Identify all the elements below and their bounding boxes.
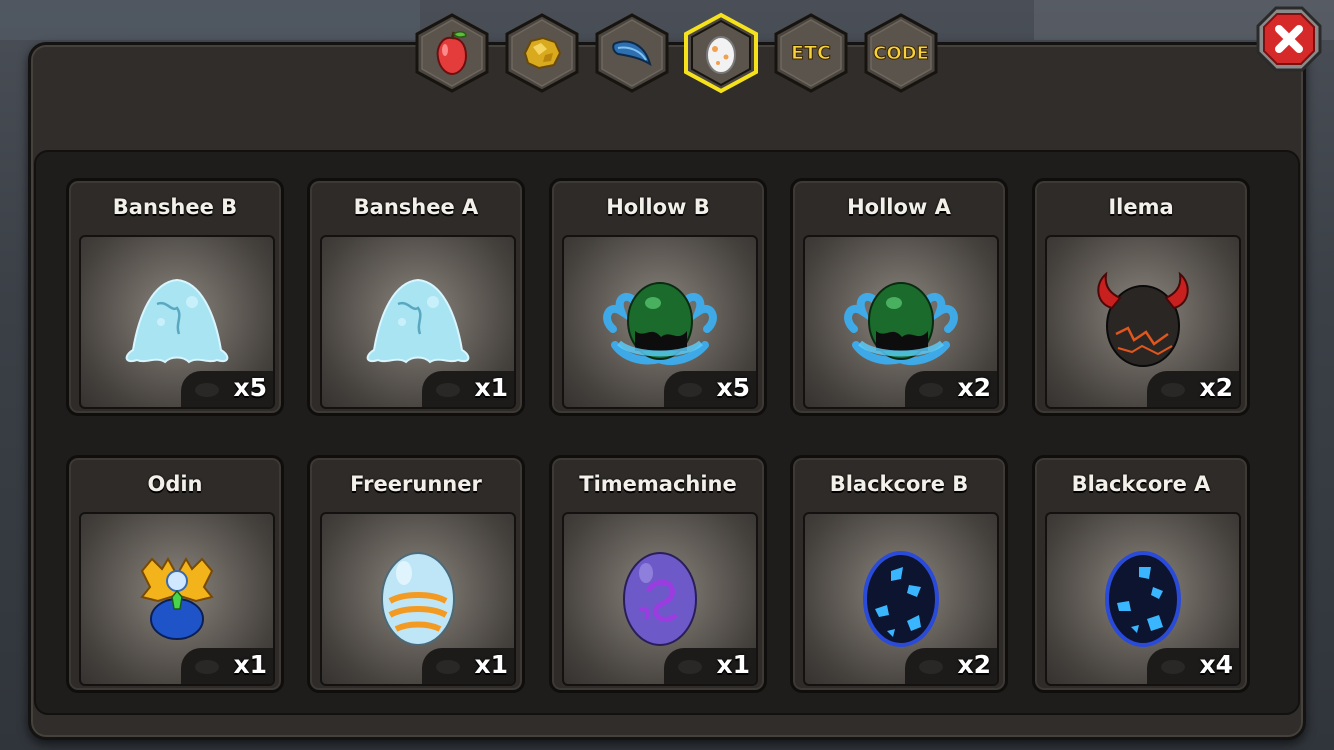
item-card[interactable]: Odin x1 (66, 455, 284, 693)
tab-code[interactable]: CODE (862, 12, 940, 94)
tab-code-label: CODE (873, 42, 930, 64)
hollow-egg-icon (844, 281, 958, 365)
tab-etc-label: ETC (791, 42, 832, 65)
tab-feather[interactable] (593, 12, 671, 94)
item-count: x1 (474, 650, 508, 679)
item-card[interactable]: Timemachine x1 (549, 455, 767, 693)
close-x-icon (1256, 6, 1322, 72)
red-fruit-icon (432, 30, 472, 76)
item-count: x2 (957, 650, 991, 679)
tab-ore[interactable] (503, 12, 581, 94)
item-image: x5 (562, 235, 758, 409)
item-name: Hollow A (847, 195, 951, 219)
item-count: x2 (1199, 373, 1233, 402)
item-count: x2 (957, 373, 991, 402)
item-card[interactable]: Hollow B x5 (549, 178, 767, 416)
background-decoration (0, 0, 420, 40)
item-image: x1 (320, 235, 516, 409)
close-button[interactable] (1256, 6, 1322, 72)
blue-feather-icon (610, 34, 654, 72)
banshee-egg-icon (366, 278, 470, 363)
blackcore-egg-icon (863, 550, 939, 647)
item-count: x5 (233, 373, 267, 402)
item-image: x2 (803, 512, 999, 686)
item-card[interactable]: Hollow A x2 (790, 178, 1008, 416)
tab-egg[interactable] (682, 12, 760, 94)
banshee-egg-icon (125, 278, 229, 363)
item-card[interactable]: Blackcore B x2 (790, 455, 1008, 693)
odin-egg-icon (140, 556, 214, 640)
item-name: Banshee B (112, 195, 238, 219)
timemachine-egg-icon (623, 551, 697, 646)
egg-icon (704, 31, 738, 75)
item-name: Blackcore B (829, 472, 969, 496)
item-image: x2 (1045, 235, 1241, 409)
item-count: x1 (233, 650, 267, 679)
item-name: Hollow B (606, 195, 710, 219)
ilema-egg-icon (1097, 271, 1189, 367)
item-card[interactable]: Banshee B x5 (66, 178, 284, 416)
item-name: Odin (147, 472, 203, 496)
item-card[interactable]: Freerunner x1 (307, 455, 525, 693)
tab-etc[interactable]: ETC (772, 12, 850, 94)
item-name: Blackcore A (1071, 472, 1211, 496)
gold-ore-icon (521, 35, 563, 71)
hollow-egg-icon (603, 281, 717, 365)
item-count: x1 (716, 650, 750, 679)
item-image: x1 (562, 512, 758, 686)
item-card[interactable]: Banshee A x1 (307, 178, 525, 416)
item-name: Timemachine (579, 472, 737, 496)
item-image: x2 (803, 235, 999, 409)
tab-fruit[interactable] (413, 12, 491, 94)
item-image: x5 (79, 235, 275, 409)
item-count: x1 (474, 373, 508, 402)
item-image: x1 (320, 512, 516, 686)
item-name: Freerunner (350, 472, 482, 496)
item-count: x4 (1199, 650, 1233, 679)
item-name: Banshee A (353, 195, 479, 219)
item-name: Ilema (1108, 195, 1174, 219)
item-card[interactable]: Blackcore A x4 (1032, 455, 1250, 693)
item-count: x5 (716, 373, 750, 402)
item-card[interactable]: Ilema x2 (1032, 178, 1250, 416)
freerunner-egg-icon (381, 551, 455, 646)
blackcore-egg-icon (1105, 550, 1181, 647)
item-image: x4 (1045, 512, 1241, 686)
item-image: x1 (79, 512, 275, 686)
